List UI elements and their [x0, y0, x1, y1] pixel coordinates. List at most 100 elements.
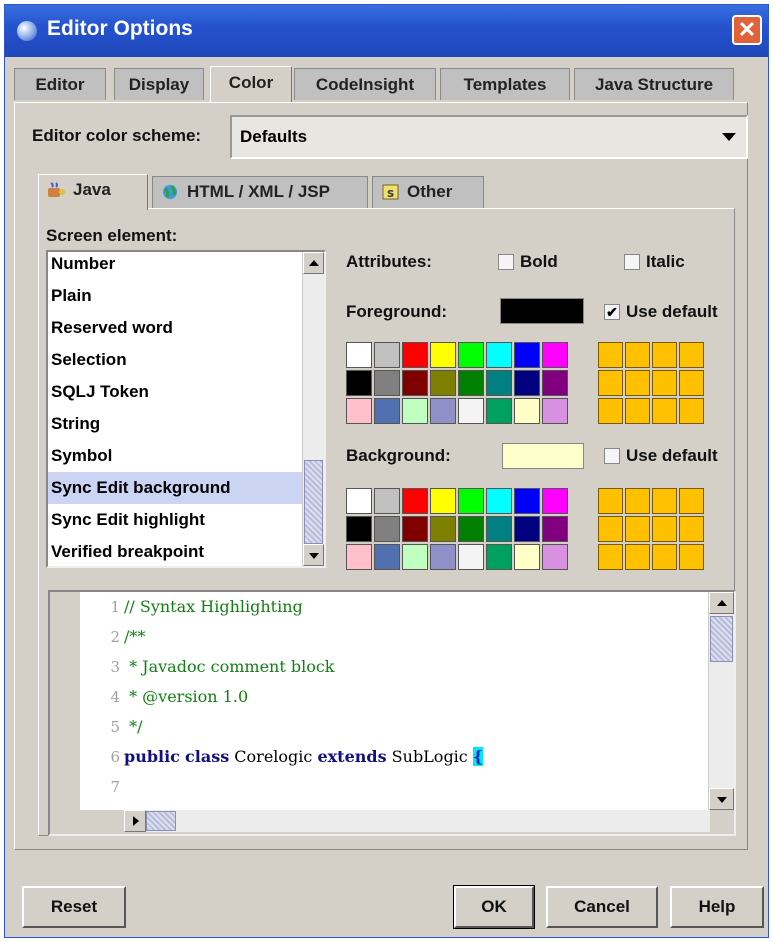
code-scroll-down-button[interactable]: [709, 788, 734, 810]
list-item[interactable]: Symbol: [48, 440, 302, 472]
color-cell[interactable]: [625, 516, 650, 542]
subtab-java[interactable]: Java: [38, 174, 148, 210]
foreground-palette[interactable]: [346, 342, 568, 424]
cancel-button[interactable]: Cancel: [546, 886, 658, 928]
color-cell[interactable]: [652, 544, 677, 570]
tab-color[interactable]: Color: [210, 66, 292, 102]
color-cell[interactable]: [374, 370, 400, 396]
color-cell[interactable]: [542, 398, 568, 424]
background-palette[interactable]: [346, 488, 568, 570]
italic-checkbox[interactable]: [624, 254, 640, 270]
color-cell[interactable]: [679, 544, 704, 570]
color-cell[interactable]: [430, 342, 456, 368]
list-item[interactable]: String: [48, 408, 302, 440]
color-cell[interactable]: [652, 398, 677, 424]
color-cell[interactable]: [430, 544, 456, 570]
color-cell[interactable]: [346, 370, 372, 396]
color-cell[interactable]: [458, 398, 484, 424]
code-vertical-scrollbar[interactable]: [708, 592, 734, 810]
code-horizontal-scrollbar[interactable]: [124, 810, 710, 832]
color-cell[interactable]: [514, 488, 540, 514]
list-item[interactable]: Plain: [48, 280, 302, 312]
list-scrollbar[interactable]: [302, 252, 324, 566]
color-cell[interactable]: [514, 544, 540, 570]
color-cell[interactable]: [430, 516, 456, 542]
color-cell[interactable]: [679, 488, 704, 514]
color-cell[interactable]: [652, 488, 677, 514]
color-cell[interactable]: [346, 488, 372, 514]
color-cell[interactable]: [542, 488, 568, 514]
color-cell[interactable]: [486, 488, 512, 514]
scheme-select[interactable]: Defaults: [230, 115, 748, 159]
code-hscroll-thumb[interactable]: [146, 811, 176, 831]
list-item[interactable]: Sync Edit highlight: [48, 504, 302, 536]
color-cell[interactable]: [542, 370, 568, 396]
help-button[interactable]: Help: [670, 886, 764, 928]
color-cell[interactable]: [598, 342, 623, 368]
color-cell[interactable]: [486, 516, 512, 542]
color-cell[interactable]: [458, 342, 484, 368]
color-cell[interactable]: [625, 370, 650, 396]
color-cell[interactable]: [486, 544, 512, 570]
color-cell[interactable]: [458, 488, 484, 514]
background-use-default-checkbox[interactable]: [604, 448, 620, 464]
color-cell[interactable]: [652, 370, 677, 396]
color-cell[interactable]: [402, 398, 428, 424]
list-item[interactable]: Number: [48, 252, 302, 280]
color-cell[interactable]: [679, 398, 704, 424]
tab-java-structure[interactable]: Java Structure: [574, 68, 734, 100]
tab-display[interactable]: Display: [114, 68, 204, 100]
color-cell[interactable]: [625, 342, 650, 368]
color-cell[interactable]: [374, 544, 400, 570]
color-cell[interactable]: [430, 488, 456, 514]
color-cell[interactable]: [402, 370, 428, 396]
color-cell[interactable]: [598, 398, 623, 424]
list-scroll-thumb[interactable]: [304, 460, 323, 544]
color-cell[interactable]: [402, 516, 428, 542]
color-cell[interactable]: [679, 370, 704, 396]
color-cell[interactable]: [346, 516, 372, 542]
color-cell[interactable]: [598, 488, 623, 514]
close-button[interactable]: ✕: [732, 15, 762, 45]
list-item[interactable]: SQLJ Token: [48, 376, 302, 408]
scroll-down-button[interactable]: [303, 544, 324, 566]
code-text-area[interactable]: // Syntax Highlighting /** * Javadoc com…: [124, 592, 710, 810]
color-cell[interactable]: [542, 342, 568, 368]
color-cell[interactable]: [346, 544, 372, 570]
color-cell[interactable]: [598, 544, 623, 570]
color-cell[interactable]: [514, 398, 540, 424]
subtab-other[interactable]: s Other: [372, 176, 484, 208]
color-cell[interactable]: [625, 544, 650, 570]
foreground-custom-palette[interactable]: [598, 342, 704, 424]
color-cell[interactable]: [514, 342, 540, 368]
color-cell[interactable]: [486, 370, 512, 396]
color-cell[interactable]: [598, 516, 623, 542]
color-cell[interactable]: [458, 370, 484, 396]
title-bar[interactable]: Editor Options ✕: [5, 5, 768, 57]
foreground-color-swatch[interactable]: [500, 298, 584, 324]
color-cell[interactable]: [374, 342, 400, 368]
color-cell[interactable]: [625, 398, 650, 424]
color-cell[interactable]: [514, 370, 540, 396]
color-cell[interactable]: [346, 398, 372, 424]
color-cell[interactable]: [430, 398, 456, 424]
color-cell[interactable]: [486, 398, 512, 424]
bold-checkbox[interactable]: [498, 254, 514, 270]
color-cell[interactable]: [486, 342, 512, 368]
color-cell[interactable]: [542, 544, 568, 570]
list-item[interactable]: Reserved word: [48, 312, 302, 344]
color-cell[interactable]: [374, 516, 400, 542]
list-item[interactable]: Verified breakpoint: [48, 536, 302, 566]
reset-button[interactable]: Reset: [22, 886, 126, 928]
background-custom-palette[interactable]: [598, 488, 704, 570]
color-cell[interactable]: [402, 342, 428, 368]
color-cell[interactable]: [598, 370, 623, 396]
tab-templates[interactable]: Templates: [440, 68, 570, 100]
color-cell[interactable]: [625, 488, 650, 514]
color-cell[interactable]: [374, 398, 400, 424]
chevron-down-icon[interactable]: [722, 133, 736, 141]
color-cell[interactable]: [652, 342, 677, 368]
list-item[interactable]: Selection: [48, 344, 302, 376]
foreground-use-default-checkbox[interactable]: ✔: [604, 304, 620, 320]
list-item-selected[interactable]: Sync Edit background: [48, 472, 302, 504]
